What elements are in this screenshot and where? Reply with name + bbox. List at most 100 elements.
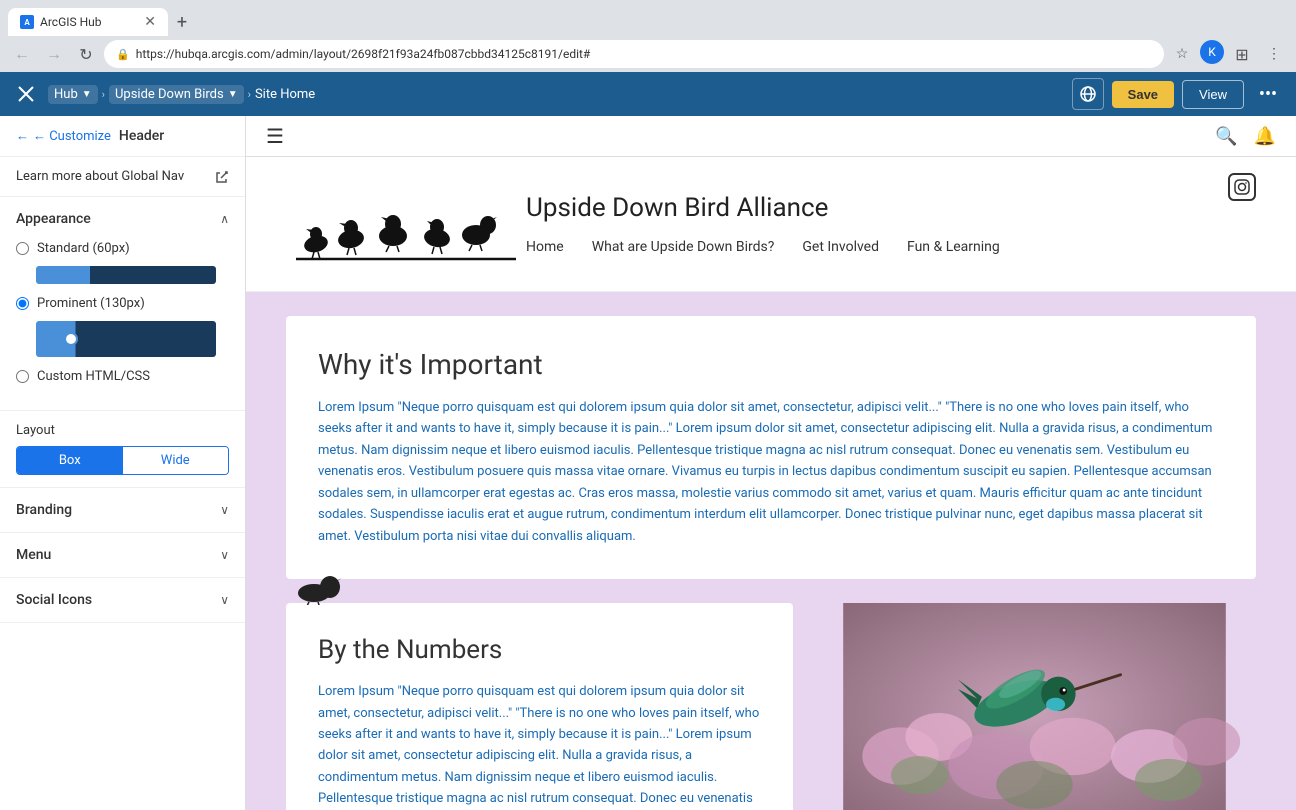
numbers-title: By the Numbers [318,635,761,665]
standard-radio[interactable] [16,242,29,255]
hub-label: Hub [54,87,78,102]
layout-box-button[interactable]: Box [17,447,123,474]
why-important-section: Why it's Important Lorem Ipsum "Neque po… [286,316,1256,579]
why-important-title: Why it's Important [318,348,1224,381]
back-to-customize-button[interactable]: ← ← Customize [16,128,111,144]
menu-section: Menu ∨ [0,533,245,578]
bookmark-button[interactable]: ☆ [1168,40,1196,68]
site-content-area: Why it's Important Lorem Ipsum "Neque po… [246,316,1296,810]
standard-bar-container [36,266,229,284]
site-header: Upside Down Bird Alliance Home What are … [246,157,1296,292]
notification-icon[interactable]: 🔔 [1254,126,1276,147]
standard-label: Standard (60px) [37,241,130,256]
site-label: Upside Down Birds [115,87,224,102]
custom-html-radio[interactable] [16,370,29,383]
appearance-content: Standard (60px) Prominent (130px) [0,241,245,410]
page-breadcrumb[interactable]: Site Home [255,87,315,102]
tab-close-button[interactable]: ✕ [144,14,156,30]
hummingbird-image [813,603,1256,810]
branding-section-header[interactable]: Branding ∨ [0,488,245,532]
instagram-icon[interactable] [1228,173,1256,201]
profile-button[interactable]: K [1200,40,1224,64]
site-logo [286,169,526,279]
appearance-label: Appearance [16,211,91,227]
why-important-text: Lorem Ipsum "Neque porro quisquam est qu… [318,397,1224,547]
custom-html-label: Custom HTML/CSS [37,369,150,384]
numbers-text-block: By the Numbers Lorem Ipsum "Neque porro … [286,603,793,810]
extensions-button[interactable]: ⊞ [1228,40,1256,68]
close-button[interactable] [12,80,40,108]
toolbar-right-actions: Save View ••• [1072,78,1284,110]
nav-involved[interactable]: Get Involved [802,239,879,255]
nav-what[interactable]: What are Upside Down Birds? [592,239,775,255]
custom-html-radio-option[interactable]: Custom HTML/CSS [16,369,229,384]
browser-tab[interactable]: A ArcGIS Hub ✕ [8,8,168,36]
forward-button[interactable]: → [40,40,68,68]
site-breadcrumb[interactable]: Upside Down Birds ▼ [109,85,244,104]
menu-chevron-icon: ∨ [220,548,229,562]
tab-title: ArcGIS Hub [40,15,138,29]
numbers-section: By the Numbers Lorem Ipsum "Neque porro … [286,603,1256,810]
site-title: Upside Down Bird Alliance [526,193,1256,223]
view-button[interactable]: View [1182,80,1244,109]
prominent-radio[interactable] [16,297,29,310]
back-button[interactable]: ← [8,40,36,68]
address-bar[interactable]: 🔒 https://hubqa.arcgis.com/admin/layout/… [104,40,1164,68]
layout-label: Layout [16,423,229,438]
url-text: https://hubqa.arcgis.com/admin/layout/26… [136,47,1152,61]
appearance-section-header[interactable]: Appearance ∧ [0,197,245,241]
search-icon[interactable]: 🔍 [1215,126,1237,147]
save-button[interactable]: Save [1112,81,1174,108]
menu-button[interactable]: ⋮ [1260,40,1288,68]
site-title-nav: Upside Down Bird Alliance Home What are … [526,193,1256,255]
panel-header: ← ← Customize Header [0,116,245,157]
learn-more-section[interactable]: Learn more about Global Nav [0,157,245,197]
numbers-columns: By the Numbers Lorem Ipsum "Neque porro … [286,603,1256,810]
content-area: ☰ 🔍 🔔 [246,116,1296,810]
branding-label: Branding [16,502,72,518]
app-toolbar: Hub ▼ › Upside Down Birds ▼ › Site Home … [0,72,1296,116]
decorative-bird [294,575,354,609]
menu-section-header[interactable]: Menu ∨ [0,533,245,577]
menu-label: Menu [16,547,51,563]
breadcrumb: Hub ▼ › Upside Down Birds ▼ › Site Home [48,85,315,104]
hummingbird-svg [813,603,1256,810]
breadcrumb-separator-1: › [102,88,105,101]
customize-label: ← Customize [33,128,111,144]
appearance-section: Appearance ∧ Standard (60px) Prominent (… [0,197,245,411]
layout-section: Layout Box Wide [0,411,245,488]
learn-more-text: Learn more about Global Nav [16,169,184,184]
appearance-chevron-icon: ∧ [220,212,229,226]
page-label: Site Home [255,87,315,102]
hamburger-icon[interactable]: ☰ [266,124,284,148]
small-bird-svg [294,575,354,605]
reload-button[interactable]: ↻ [72,40,100,68]
social-icons-chevron-icon: ∨ [220,593,229,607]
social-icons-label: Social Icons [16,592,92,608]
site-nav: Home What are Upside Down Birds? Get Inv… [526,239,1256,255]
nav-learning[interactable]: Fun & Learning [907,239,1000,255]
tab-favicon: A [20,15,34,29]
social-icons-section-header[interactable]: Social Icons ∨ [0,578,245,622]
more-options-button[interactable]: ••• [1252,78,1284,110]
hub-chevron-icon: ▼ [82,89,92,100]
new-tab-button[interactable]: + [168,8,196,36]
standard-size-bar [36,266,216,284]
prominent-size-bar [36,321,216,357]
branding-chevron-icon: ∨ [220,503,229,517]
layout-wide-button[interactable]: Wide [123,447,229,474]
hub-breadcrumb[interactable]: Hub ▼ [48,85,98,104]
panel-title: Header [119,128,164,144]
external-link-icon [215,170,229,184]
prominent-label: Prominent (130px) [37,296,145,311]
left-panel: ← ← Customize Header Learn more about Gl… [0,116,246,810]
main-layout: ← ← Customize Header Learn more about Gl… [0,116,1296,810]
prominent-bar-container [36,321,229,357]
prominent-radio-option[interactable]: Prominent (130px) [16,296,229,311]
nav-home[interactable]: Home [526,239,564,255]
globe-button[interactable] [1072,78,1104,110]
social-icons-container [1228,173,1256,201]
back-arrow-icon: ← [16,128,29,144]
lock-icon: 🔒 [116,48,130,61]
standard-radio-option[interactable]: Standard (60px) [16,241,229,256]
